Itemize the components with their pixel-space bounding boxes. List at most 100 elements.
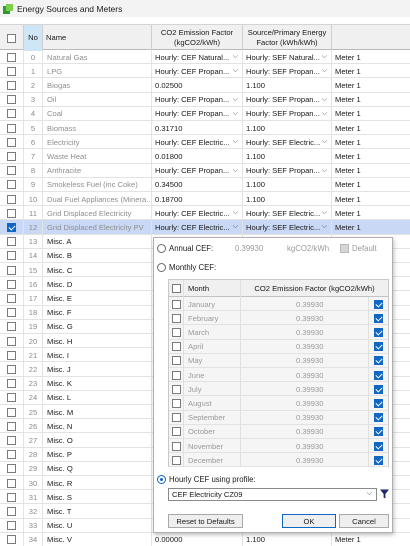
- row-name[interactable]: Misc. U: [43, 518, 152, 533]
- row-checkbox-cell[interactable]: [0, 461, 24, 476]
- row-checkbox[interactable]: [7, 180, 16, 190]
- row-name[interactable]: Misc. R: [43, 476, 152, 490]
- table-row[interactable]: 12 Grid Displaced Electricity PV Hourly: C…: [0, 220, 410, 235]
- row-checkbox[interactable]: [7, 265, 16, 275]
- row-checkbox[interactable]: [7, 109, 16, 119]
- row-checkbox[interactable]: [7, 435, 16, 445]
- table-row[interactable]: 2 Biogas 0.02500 1.100 Meter 1: [0, 78, 410, 93]
- month-enabled-checkbox[interactable]: [374, 370, 383, 380]
- row-source-factor[interactable]: 1.100: [243, 78, 332, 93]
- annual-cef-radio[interactable]: [157, 244, 166, 253]
- row-name[interactable]: Biogas: [43, 78, 152, 93]
- row-checkbox-cell[interactable]: [0, 263, 24, 277]
- table-row[interactable]: 34 Misc. V 0.00000 1.100 Meter 1: [0, 532, 410, 546]
- row-checkbox-cell[interactable]: [0, 220, 24, 235]
- row-meter[interactable]: Meter 1: [332, 533, 410, 546]
- month-cef-value[interactable]: 0.39930: [241, 311, 369, 326]
- row-name[interactable]: Misc. O: [43, 433, 152, 448]
- month-checkbox-cell[interactable]: [169, 368, 184, 382]
- month-checkbox[interactable]: [171, 441, 181, 451]
- row-source-factor[interactable]: Hourly: SEF Natural... ⌵: [243, 50, 332, 64]
- row-checkbox-cell[interactable]: [0, 206, 24, 221]
- filter-icon[interactable]: [380, 489, 389, 499]
- month-checkbox[interactable]: [171, 313, 181, 323]
- month-cef-value[interactable]: 0.39930: [241, 396, 369, 411]
- row-name[interactable]: Dual Fuel Appliances (Minera...: [43, 192, 152, 206]
- row-source-factor[interactable]: 1.100: [243, 121, 332, 135]
- row-checkbox-cell[interactable]: [0, 177, 24, 192]
- month-row[interactable]: June 0.39930: [169, 368, 388, 383]
- row-checkbox[interactable]: [7, 506, 16, 516]
- row-co2-factor[interactable]: 0.00000: [152, 532, 243, 546]
- row-checkbox[interactable]: [7, 407, 16, 417]
- month-enabled-checkbox[interactable]: [374, 299, 383, 309]
- row-name[interactable]: Biomass: [43, 121, 152, 135]
- month-enabled-checkbox[interactable]: [374, 441, 383, 451]
- month-column-header[interactable]: Month: [184, 280, 241, 297]
- row-co2-factor[interactable]: 0.01800: [152, 149, 243, 164]
- month-cef-value[interactable]: 0.39930: [241, 339, 369, 354]
- row-checkbox-cell[interactable]: [0, 532, 24, 546]
- row-checkbox[interactable]: [7, 379, 16, 389]
- chevron-down-icon[interactable]: ⌵: [233, 167, 238, 175]
- reset-defaults-button[interactable]: Reset to Defaults: [168, 514, 243, 528]
- month-enabled-cell[interactable]: [369, 340, 388, 354]
- row-checkbox[interactable]: [7, 521, 16, 531]
- row-checkbox-cell[interactable]: [0, 64, 24, 79]
- row-name[interactable]: Misc. B: [43, 248, 152, 263]
- row-checkbox[interactable]: [7, 293, 16, 303]
- row-name[interactable]: Grid Displaced Electricity: [43, 206, 152, 221]
- month-checkbox-cell[interactable]: [169, 325, 184, 340]
- header-meter[interactable]: [332, 25, 410, 51]
- month-cef-value[interactable]: 0.39930: [241, 382, 369, 397]
- month-checkbox[interactable]: [171, 398, 181, 408]
- row-checkbox-cell[interactable]: [0, 447, 24, 462]
- row-checkbox[interactable]: [7, 492, 16, 502]
- row-name[interactable]: Misc. J: [43, 362, 152, 377]
- table-row[interactable]: 6 Electricity Hourly: CEF Electric... ⌵ Hour…: [0, 135, 410, 150]
- row-checkbox-cell[interactable]: [0, 419, 24, 434]
- table-row[interactable]: 8 Anthracite Hourly: CEF Propan... ⌵ Hourly:…: [0, 163, 410, 178]
- row-checkbox-cell[interactable]: [0, 433, 24, 448]
- table-row[interactable]: 7 Waste Heat 0.01800 1.100 Meter 1: [0, 149, 410, 164]
- month-select-all[interactable]: [169, 280, 184, 297]
- row-checkbox-cell[interactable]: [0, 121, 24, 135]
- month-enabled-cell[interactable]: [369, 311, 388, 325]
- month-cef-value[interactable]: 0.39930: [241, 439, 369, 453]
- row-meter[interactable]: Meter 1: [332, 178, 410, 192]
- row-checkbox[interactable]: [7, 251, 16, 261]
- header-no[interactable]: No: [24, 25, 43, 51]
- row-checkbox-cell[interactable]: [0, 390, 24, 405]
- profile-select[interactable]: CEF Electricity CZ09 ⌵: [168, 488, 377, 501]
- month-cef-value[interactable]: 0.39930: [241, 368, 369, 382]
- row-source-factor[interactable]: 1.100: [243, 192, 332, 206]
- row-checkbox[interactable]: [7, 279, 16, 289]
- month-enabled-checkbox[interactable]: [374, 356, 383, 366]
- chevron-down-icon[interactable]: ⌵: [322, 138, 327, 146]
- row-checkbox-cell[interactable]: [0, 376, 24, 391]
- table-row[interactable]: 4 Coal Hourly: CEF Propan... ⌵ Hourly: SEF P…: [0, 106, 410, 121]
- row-meter[interactable]: Meter 1: [332, 149, 410, 163]
- select-all-checkbox-cell[interactable]: [0, 25, 24, 51]
- header-co2-factor[interactable]: CO2 Emission Factor (kgCO2/kWh): [152, 25, 243, 51]
- chevron-down-icon[interactable]: ⌵: [322, 223, 327, 231]
- chevron-down-icon[interactable]: ⌵: [322, 53, 327, 61]
- month-enabled-checkbox[interactable]: [374, 327, 383, 337]
- row-checkbox[interactable]: [7, 52, 16, 62]
- row-checkbox-cell[interactable]: [0, 362, 24, 377]
- row-name[interactable]: Misc. I: [43, 348, 152, 363]
- row-name[interactable]: Misc. E: [43, 291, 152, 306]
- month-cef-value[interactable]: 0.39930: [241, 325, 369, 340]
- month-checkbox-cell[interactable]: [169, 311, 184, 326]
- row-checkbox-cell[interactable]: [0, 277, 24, 292]
- month-enabled-cell[interactable]: [369, 439, 388, 453]
- row-co2-factor[interactable]: 0.31710: [152, 121, 243, 135]
- month-enabled-cell[interactable]: [369, 425, 388, 439]
- row-meter[interactable]: Meter 1: [332, 206, 410, 220]
- chevron-down-icon[interactable]: ⌵: [233, 138, 238, 146]
- row-checkbox-cell[interactable]: [0, 305, 24, 320]
- month-checkbox-cell[interactable]: [169, 297, 184, 311]
- row-source-factor[interactable]: 1.100: [243, 177, 332, 192]
- monthly-cef-radio[interactable]: [157, 263, 166, 272]
- table-row[interactable]: 0 Natural Gas Hourly: CEF Natural... ⌵ Hourl…: [0, 50, 410, 65]
